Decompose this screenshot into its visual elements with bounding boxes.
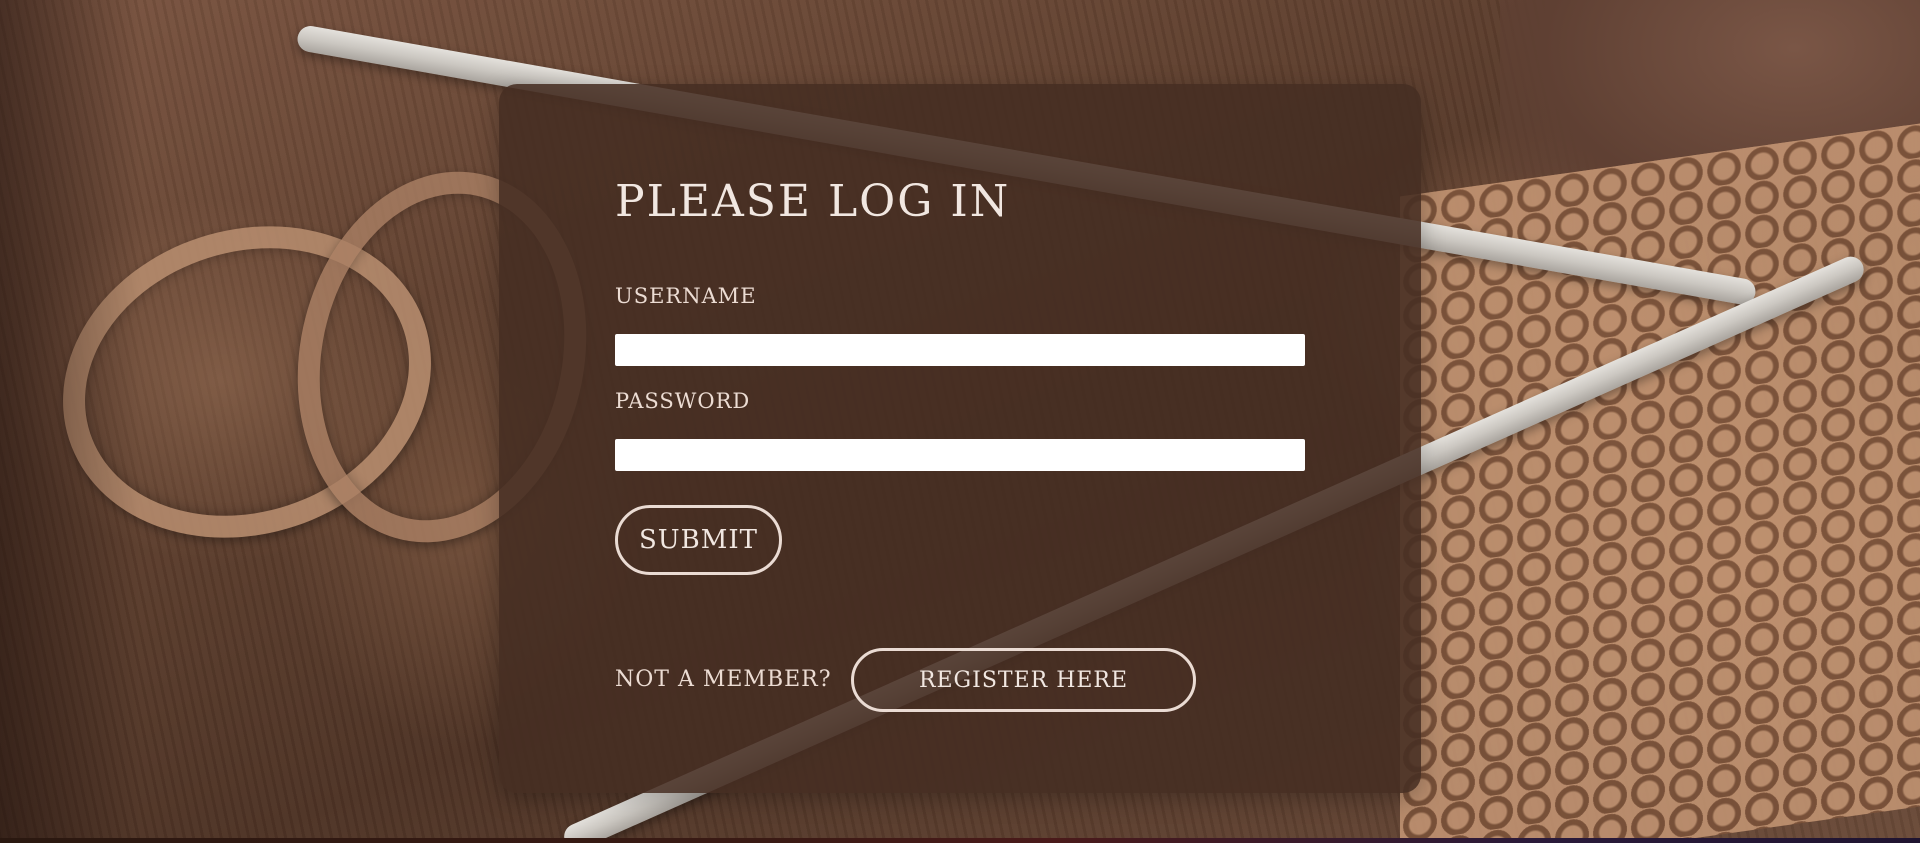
login-card: PLEASE LOG IN USERNAME PASSWORD SUBMIT N… [499, 84, 1421, 793]
submit-button[interactable]: SUBMIT [615, 505, 782, 575]
not-a-member-text: NOT A MEMBER? [615, 667, 832, 692]
username-label: USERNAME [615, 284, 757, 308]
password-label: PASSWORD [615, 389, 751, 413]
bottom-strip [0, 838, 1920, 843]
username-field[interactable] [615, 334, 1305, 366]
background-shadow [0, 0, 140, 843]
password-field[interactable] [615, 439, 1305, 471]
login-page: PLEASE LOG IN USERNAME PASSWORD SUBMIT N… [0, 0, 1920, 843]
page-title: PLEASE LOG IN [615, 176, 1011, 227]
register-button[interactable]: REGISTER HERE [851, 648, 1196, 712]
